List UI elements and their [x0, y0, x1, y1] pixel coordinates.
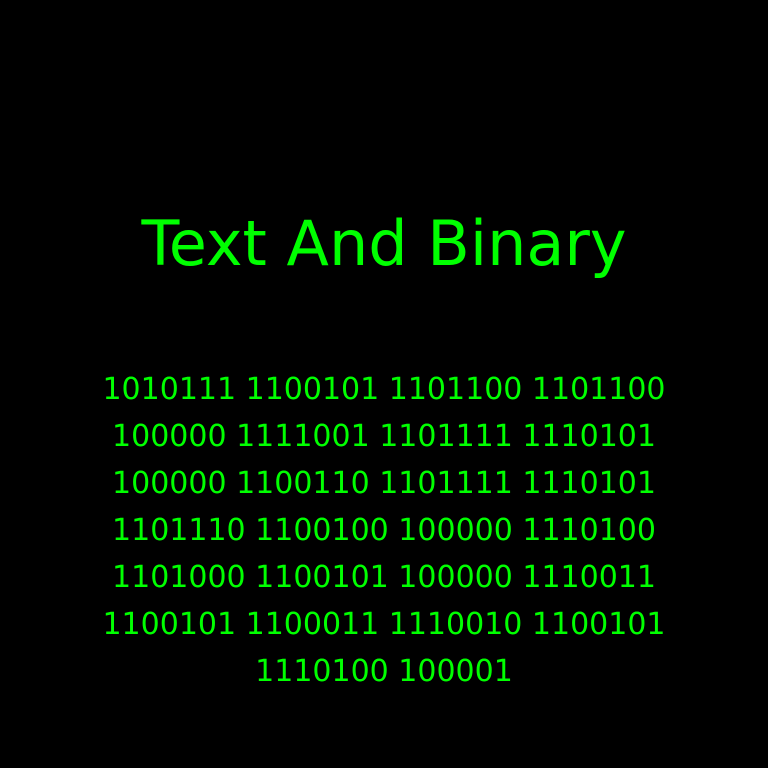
binary-line: 100000 1111001 1101111 1110101	[112, 419, 656, 454]
page-title: Text And Binary	[141, 207, 627, 280]
binary-line: 1101000 1100101 100000 1110011	[112, 560, 656, 595]
binary-line: 1110100 100001	[255, 654, 513, 689]
binary-line: 1100101 1100011 1110010 1100101	[102, 607, 666, 642]
binary-text-block: 1010111 1100101 1101100 1101100 100000 1…	[0, 366, 768, 695]
binary-line: 1010111 1100101 1101100 1101100	[102, 372, 666, 407]
binary-line: 1101110 1100100 100000 1110100	[112, 513, 656, 548]
binary-line: 100000 1100110 1101111 1110101	[112, 466, 656, 501]
binary-screen: Text And Binary 1010111 1100101 1101100 …	[0, 0, 768, 768]
